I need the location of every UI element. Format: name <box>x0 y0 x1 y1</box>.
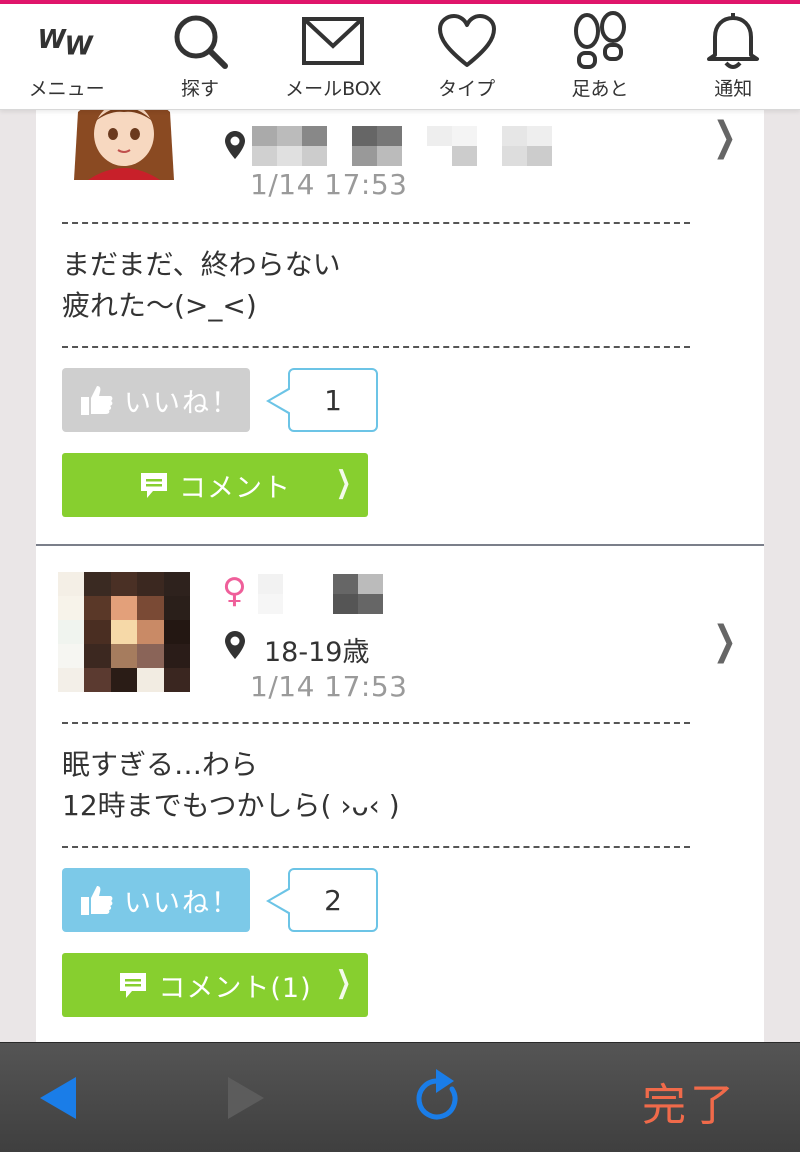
browser-toolbar: 完了 <box>0 1042 800 1152</box>
svg-text:W: W <box>64 31 94 61</box>
location-pin-icon <box>225 131 245 159</box>
nav-label-notifications: 通知 <box>714 78 753 100</box>
avatar[interactable] <box>58 572 190 692</box>
avatar[interactable] <box>58 110 190 220</box>
nav-item-footprints[interactable]: 足あと <box>533 4 666 109</box>
location-pin-icon <box>225 631 245 659</box>
nav-item-menu[interactable]: W W メニュー <box>0 4 133 109</box>
footprints-icon <box>568 10 632 72</box>
like-label: いいね！ <box>124 387 240 419</box>
post-body: まだまだ、終わらない 疲れた〜(>_<) <box>62 248 341 322</box>
nav-item-notifications[interactable]: 通知 <box>667 4 800 109</box>
nav-label-mailbox: メールBOX <box>285 78 382 100</box>
post-time: 1/14 17:53 <box>250 670 408 703</box>
like-label: いいね！ <box>124 887 240 919</box>
nav-label-type: タイプ <box>438 78 496 100</box>
nav-item-mailbox[interactable]: メールBOX <box>267 4 400 109</box>
name-mosaic <box>258 574 383 614</box>
done-button[interactable]: 完了 <box>642 1069 738 1133</box>
post-card: ♀ 18-19歳 1/14 17:53 ❯ 眠すぎる…わら 12時までもつかしら… <box>36 544 764 1042</box>
like-count-bubble: 2 <box>266 868 378 932</box>
comment-icon <box>141 473 167 498</box>
post-feed: 1/14 17:53 ❯ まだまだ、終わらない 疲れた〜(>_<) いいね！ 1… <box>36 110 764 1042</box>
name-mosaic <box>252 126 552 166</box>
comment-label: コメント(1) <box>158 972 312 1004</box>
comment-button[interactable]: コメント(1) ❯ <box>62 953 368 1017</box>
like-count-bubble: 1 <box>266 368 378 432</box>
top-navigation: W W メニュー 探す メールBOX タイプ 足あと 通知 <box>0 4 800 110</box>
ww-logo-icon: W W <box>35 10 99 72</box>
chevron-right-icon[interactable]: ❯ <box>714 114 737 160</box>
divider <box>62 346 690 348</box>
comment-button[interactable]: コメント ❯ <box>62 453 368 517</box>
reload-icon[interactable] <box>412 1067 464 1127</box>
search-icon <box>168 10 232 72</box>
bell-icon <box>701 10 765 72</box>
nav-label-menu: メニュー <box>28 78 105 100</box>
divider <box>62 222 690 224</box>
thumbs-up-icon <box>81 386 113 415</box>
heart-icon <box>435 10 499 72</box>
nav-label-footprints: 足あと <box>571 78 629 100</box>
nav-item-search[interactable]: 探す <box>133 4 266 109</box>
thumbs-up-icon <box>81 886 113 915</box>
like-button[interactable]: いいね！ <box>62 868 250 932</box>
user-age-range: 18-19歳 <box>264 637 370 668</box>
comment-icon <box>120 973 147 998</box>
comment-label: コメント <box>179 472 291 504</box>
nav-label-search: 探す <box>180 78 219 100</box>
nav-item-type[interactable]: タイプ <box>400 4 533 109</box>
post-card: 1/14 17:53 ❯ まだまだ、終わらない 疲れた〜(>_<) いいね！ 1… <box>36 110 764 546</box>
svg-text:W: W <box>37 25 67 55</box>
like-button[interactable]: いいね！ <box>62 368 250 432</box>
divider <box>62 846 690 848</box>
gender-female-icon: ♀ <box>222 571 247 611</box>
chevron-right-icon: ❯ <box>335 465 351 500</box>
chevron-right-icon[interactable]: ❯ <box>714 618 737 664</box>
back-arrow-icon[interactable] <box>38 1075 78 1121</box>
mail-icon <box>301 10 365 72</box>
divider <box>62 722 690 724</box>
forward-arrow-icon[interactable] <box>226 1075 266 1121</box>
post-body: 眠すぎる…わら 12時までもつかしら( ›ᴗ‹ ) <box>62 748 400 822</box>
post-time: 1/14 17:53 <box>250 168 408 201</box>
chevron-right-icon: ❯ <box>335 965 351 1000</box>
